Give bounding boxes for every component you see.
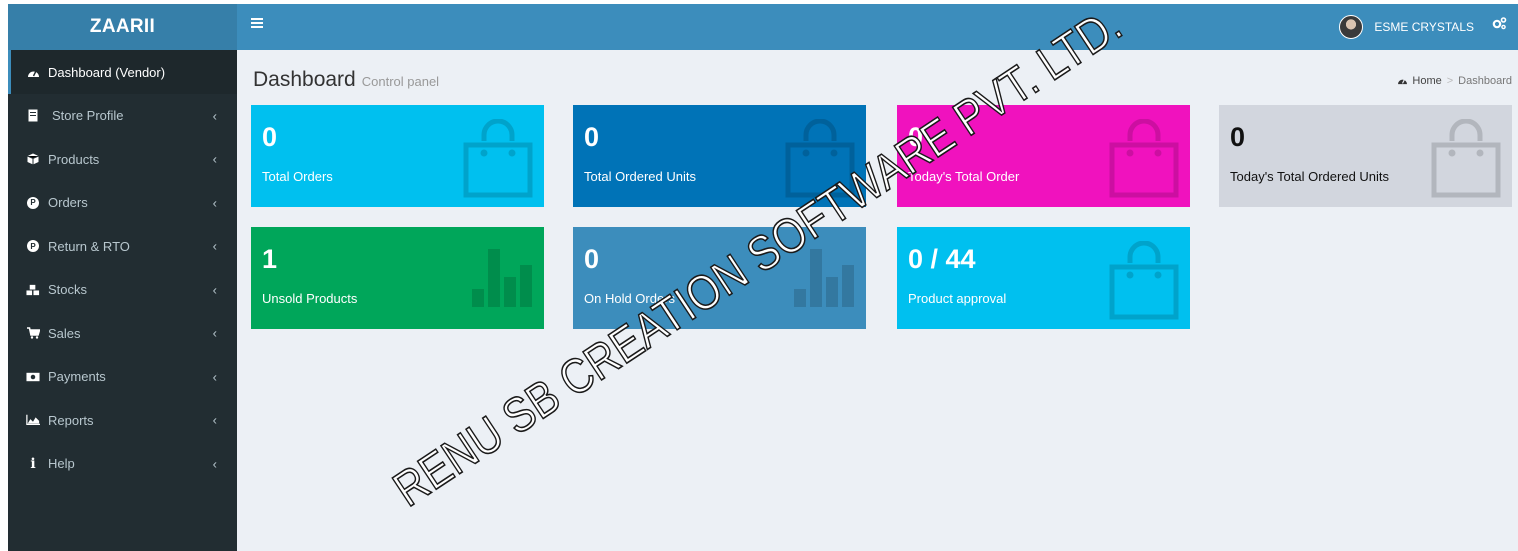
shopping-bag-icon (1430, 118, 1502, 204)
sidebar-item-label: Return & RTO (48, 238, 130, 254)
sidebar-item-label: Stocks (48, 282, 88, 298)
breadcrumb-current: Dashboard (1458, 75, 1512, 87)
stat-value: 0 / 44 (908, 244, 976, 274)
dashboard-icon (1397, 76, 1408, 88)
chevron-left-icon: ‹ (212, 456, 217, 472)
sidebar-item-label: Help (48, 456, 75, 472)
user-menu[interactable]: ESME CRYSTALS (1339, 14, 1474, 40)
sidebar-item-stocks[interactable]: Stocks ‹ (8, 268, 237, 312)
sidebar-item-help[interactable]: i Help ‹ (8, 442, 237, 486)
stat-box-total-ordered-units[interactable]: 0 Total Ordered Units (573, 105, 866, 207)
store-icon (26, 109, 40, 123)
p-circle-icon: P (26, 196, 40, 210)
stat-value: 1 (262, 244, 278, 274)
page-title: Dashboard Control panel (253, 68, 439, 92)
shopping-bag-icon (784, 118, 856, 204)
p-circle-icon: P (26, 239, 40, 253)
sidebar-item-label: Payments (48, 369, 106, 385)
stat-box-todays-total-ordered-units[interactable]: 0 Today's Total Ordered Units (1219, 105, 1512, 207)
cube-icon (26, 152, 40, 166)
stat-label: Unsold Products (262, 291, 358, 306)
sidebar-item-label: Store Profile (52, 108, 124, 124)
sidebar-item-return-rto[interactable]: P Return & RTO ‹ (8, 225, 237, 269)
stat-label: Today's Total Order (908, 169, 1020, 184)
shopping-bag-icon (1108, 240, 1180, 326)
stat-value: 0 (908, 122, 924, 152)
money-icon (26, 370, 40, 384)
chevron-left-icon: ‹ (212, 238, 217, 254)
breadcrumb-separator: > (1446, 75, 1454, 87)
sidebar-item-payments[interactable]: Payments ‹ (8, 355, 237, 399)
sidebar-toggle-icon[interactable] (251, 18, 263, 28)
main-content: Dashboard Control panel Home > Dashboard 0 … (237, 50, 1518, 551)
cubes-icon (26, 283, 40, 297)
sidebar-item-label: Orders (48, 195, 88, 211)
page-subtitle: Control panel (361, 74, 440, 89)
sidebar-item-label: Sales (48, 325, 81, 341)
avatar (1339, 15, 1364, 39)
chevron-left-icon: ‹ (212, 195, 217, 211)
user-name: ESME CRYSTALS (1374, 20, 1474, 34)
shopping-bag-icon (462, 118, 534, 204)
stat-value: 0 (584, 244, 600, 274)
info-icon: i (30, 455, 36, 472)
cart-icon (26, 326, 40, 340)
stat-label: Total Orders (262, 169, 333, 184)
stat-box-unsold-products[interactable]: 1 Unsold Products (251, 227, 544, 329)
sidebar-item-reports[interactable]: Reports ‹ (8, 399, 237, 443)
chevron-left-icon: ‹ (212, 412, 217, 428)
sidebar-item-sales[interactable]: Sales ‹ (8, 312, 237, 356)
app-frame: ZAARII ESME CRYSTALS Dashboard (Vendor) … (8, 4, 1518, 551)
brand-logo[interactable]: ZAARII (8, 4, 237, 50)
breadcrumb: Home > Dashboard (1397, 75, 1512, 88)
stat-box-todays-total-order[interactable]: 0 Today's Total Order (897, 105, 1190, 207)
page-title-text: Dashboard (253, 68, 356, 91)
stat-label: Total Ordered Units (584, 169, 696, 184)
chevron-left-icon: ‹ (212, 282, 217, 298)
stat-box-total-orders[interactable]: 0 Total Orders (251, 105, 544, 207)
settings-cogs-icon[interactable] (1491, 16, 1508, 35)
stat-box-on-hold-orders[interactable]: 0 On Hold Orders (573, 227, 866, 329)
stat-label: On Hold Orders (584, 291, 676, 306)
chevron-left-icon: ‹ (212, 325, 217, 341)
top-navbar: ESME CRYSTALS (237, 4, 1518, 50)
bar-chart-icon (794, 247, 856, 314)
dashboard-icon (26, 65, 40, 79)
sidebar-item-label: Dashboard (Vendor) (48, 64, 166, 80)
sidebar-item-dashboard[interactable]: Dashboard (Vendor) (8, 50, 237, 94)
stat-value: 0 (584, 122, 600, 152)
stat-box-product-approval[interactable]: 0 / 44 Product approval (897, 227, 1190, 329)
sidebar-item-label: Reports (48, 412, 94, 428)
stat-value: 0 (262, 122, 278, 152)
sidebar-item-store-profile[interactable]: Store Profile ‹ (8, 94, 237, 138)
sidebar-item-orders[interactable]: P Orders ‹ (8, 181, 237, 225)
shopping-bag-icon (1108, 118, 1180, 204)
sidebar-item-products[interactable]: Products ‹ (8, 138, 237, 182)
chevron-left-icon: ‹ (212, 108, 217, 124)
area-chart-icon (26, 413, 40, 427)
stat-value: 0 (1230, 122, 1246, 152)
sidebar: Dashboard (Vendor) Store Profile ‹ Produ… (8, 50, 237, 551)
stat-label: Product approval (908, 291, 1007, 306)
chevron-left-icon: ‹ (212, 369, 217, 385)
stat-label: Today's Total Ordered Units (1230, 169, 1390, 184)
chevron-left-icon: ‹ (212, 151, 217, 167)
breadcrumb-home-link[interactable]: Home (1412, 75, 1441, 87)
sidebar-item-label: Products (48, 151, 100, 167)
bar-chart-icon (472, 247, 534, 314)
